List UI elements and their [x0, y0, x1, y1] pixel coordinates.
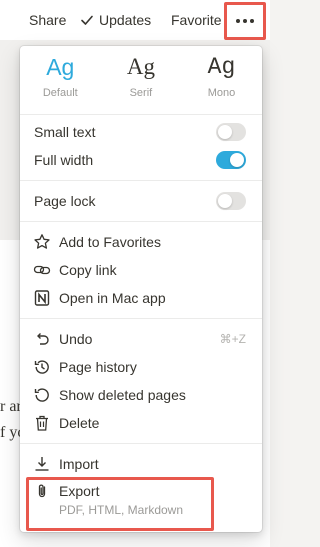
add-to-favorites-label: Add to Favorites — [59, 234, 161, 250]
copy-link-item[interactable]: Copy link — [20, 256, 262, 284]
page-lock-label: Page lock — [34, 193, 96, 209]
full-width-row[interactable]: Full width — [20, 146, 262, 174]
add-to-favorites-item[interactable]: Add to Favorites — [20, 228, 262, 256]
font-preview-serif: Ag — [126, 54, 155, 79]
font-option-mono[interactable]: Ag Mono — [181, 46, 262, 112]
small-text-label: Small text — [34, 124, 96, 140]
divider — [20, 221, 262, 222]
font-label-default: Default — [42, 87, 78, 99]
show-deleted-pages-item[interactable]: Show deleted pages — [20, 381, 262, 409]
divider — [20, 114, 262, 115]
page-history-label: Page history — [59, 359, 137, 375]
font-preview-default: Ag — [46, 54, 75, 80]
share-button[interactable]: Share — [29, 12, 66, 28]
divider — [20, 180, 262, 181]
font-option-default[interactable]: Ag Default — [20, 46, 101, 112]
import-label: Import — [59, 456, 99, 472]
link-icon — [33, 261, 51, 279]
font-option-serif[interactable]: Ag Serif — [101, 46, 182, 112]
copy-link-label: Copy link — [59, 262, 117, 278]
divider — [20, 443, 262, 444]
background-text-1: r ar — [0, 398, 22, 415]
undo-shortcut: ⌘+Z — [219, 332, 246, 346]
export-highlight — [26, 477, 214, 531]
small-text-row[interactable]: Small text — [20, 118, 262, 146]
full-width-toggle[interactable] — [216, 151, 246, 169]
font-selector: Ag Default Ag Serif Ag Mono — [20, 46, 262, 112]
more-dots-icon — [236, 19, 254, 23]
page-options-menu: Ag Default Ag Serif Ag Mono Small text F… — [20, 46, 262, 532]
undo-item[interactable]: Undo ⌘+Z — [20, 325, 262, 353]
import-item[interactable]: Import — [20, 450, 262, 478]
open-in-mac-app-label: Open in Mac app — [59, 290, 166, 306]
page-lock-row[interactable]: Page lock — [20, 187, 262, 215]
font-preview-mono: Ag — [207, 54, 236, 80]
favorite-button[interactable]: Favorite — [171, 12, 222, 28]
notion-logo-icon — [33, 289, 51, 307]
star-icon — [33, 233, 51, 251]
top-bar: Share Updates Favorite — [0, 0, 270, 42]
updates-button[interactable]: Updates — [80, 12, 151, 28]
delete-label: Delete — [59, 415, 100, 431]
updates-label: Updates — [99, 12, 152, 28]
trash-icon — [33, 414, 51, 432]
delete-item[interactable]: Delete — [20, 409, 262, 437]
font-label-serif: Serif — [129, 87, 153, 99]
full-width-label: Full width — [34, 152, 94, 168]
show-deleted-pages-label: Show deleted pages — [59, 387, 186, 403]
page-lock-toggle[interactable] — [216, 192, 246, 210]
undo-label: Undo — [59, 331, 93, 347]
open-in-mac-app-item[interactable]: Open in Mac app — [20, 284, 262, 312]
undo-icon — [33, 330, 51, 348]
more-button[interactable] — [224, 2, 266, 40]
restore-icon — [33, 386, 51, 404]
import-icon — [33, 455, 51, 473]
divider — [20, 318, 262, 319]
check-icon — [80, 13, 94, 27]
small-text-toggle[interactable] — [216, 123, 246, 141]
page-history-item[interactable]: Page history — [20, 353, 262, 381]
font-label-mono: Mono — [207, 87, 236, 99]
history-icon — [33, 358, 51, 376]
